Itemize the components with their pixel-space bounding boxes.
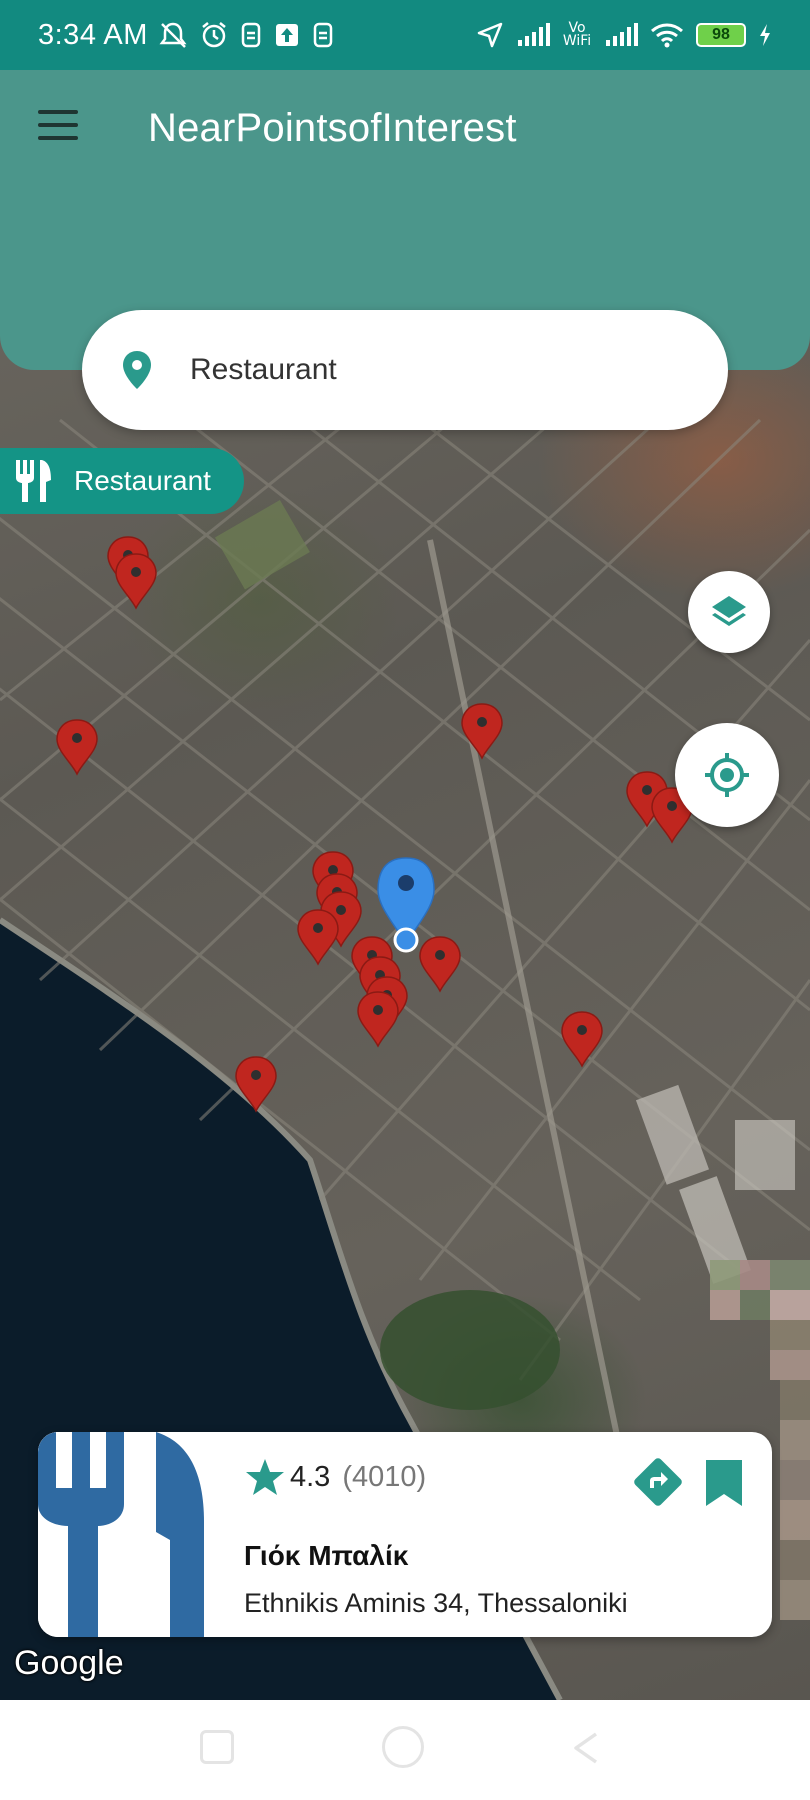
menu-button[interactable] [38, 110, 78, 140]
park-area [214, 500, 310, 590]
park-area [380, 1290, 560, 1410]
location-pin-icon [123, 351, 151, 389]
menu-icon-line [38, 136, 78, 140]
recent-apps-button[interactable] [200, 1730, 234, 1764]
my-location-icon [705, 753, 749, 797]
restaurant-marker[interactable] [461, 703, 503, 759]
search-input[interactable]: Restaurant [190, 353, 337, 387]
alarm-icon [202, 22, 226, 48]
location-arrow-icon [477, 22, 503, 48]
menu-icon-line [38, 123, 78, 127]
building-block [735, 1120, 795, 1190]
wifi-icon [651, 23, 683, 48]
charging-icon [760, 24, 770, 46]
signal-icon [518, 23, 550, 46]
restaurant-marker[interactable] [419, 936, 461, 992]
system-nav-bar [0, 1700, 810, 1800]
layers-button[interactable] [688, 571, 770, 653]
place-card[interactable]: 4.3 (4010) Γιόκ Μπαλίκ Ethnikis Aminis 3… [38, 1432, 772, 1637]
directions-button[interactable] [630, 1454, 686, 1510]
vowifi-icon: Vo WiFi [562, 20, 592, 49]
restaurant-marker[interactable] [56, 719, 98, 775]
restaurant-marker[interactable] [115, 553, 157, 609]
restaurant-marker[interactable] [297, 909, 339, 965]
bookmark-icon [706, 1460, 742, 1506]
restaurant-marker[interactable] [561, 1011, 603, 1067]
layers-icon [712, 596, 746, 626]
back-button[interactable] [570, 1730, 600, 1766]
place-address: Ethnikis Aminis 34, Thessaloniki [244, 1588, 628, 1618]
restaurant-image [38, 1432, 208, 1637]
status-icons-left [158, 21, 334, 49]
fork-knife-icon [16, 460, 51, 502]
home-button[interactable] [382, 1726, 424, 1768]
review-count: (4010) [342, 1460, 427, 1493]
status-time: 3:34 AM [38, 18, 148, 51]
app-title: NearPointsofInterest [148, 106, 517, 150]
mute-bell-icon [159, 22, 187, 48]
my-location-button[interactable] [675, 723, 779, 827]
status-icons-right: Vo WiFi 98 [476, 21, 772, 49]
search-box[interactable]: Restaurant [82, 310, 728, 430]
star-icon [246, 1459, 284, 1495]
google-attribution: Google [14, 1644, 124, 1682]
status-bar: 3:34 AM Vo WiFi 98 [0, 0, 810, 70]
menu-icon-line [38, 110, 78, 114]
rating-value: 4.3 [290, 1460, 331, 1493]
place-name: Γιόκ Μπαλίκ [244, 1540, 409, 1571]
user-location-marker[interactable] [377, 857, 435, 953]
battery-icon: 98 [696, 23, 746, 47]
rating-row: 4.3 (4010) [244, 1456, 426, 1498]
category-chip[interactable]: Restaurant [0, 448, 244, 514]
signal-icon [606, 23, 638, 46]
restaurant-marker[interactable] [357, 991, 399, 1047]
sim-icon [241, 22, 261, 48]
sim-icon [313, 22, 333, 48]
upload-icon [275, 24, 298, 46]
back-icon [574, 1732, 598, 1764]
category-chip-label: Restaurant [74, 465, 211, 496]
bookmark-button[interactable] [702, 1458, 746, 1508]
